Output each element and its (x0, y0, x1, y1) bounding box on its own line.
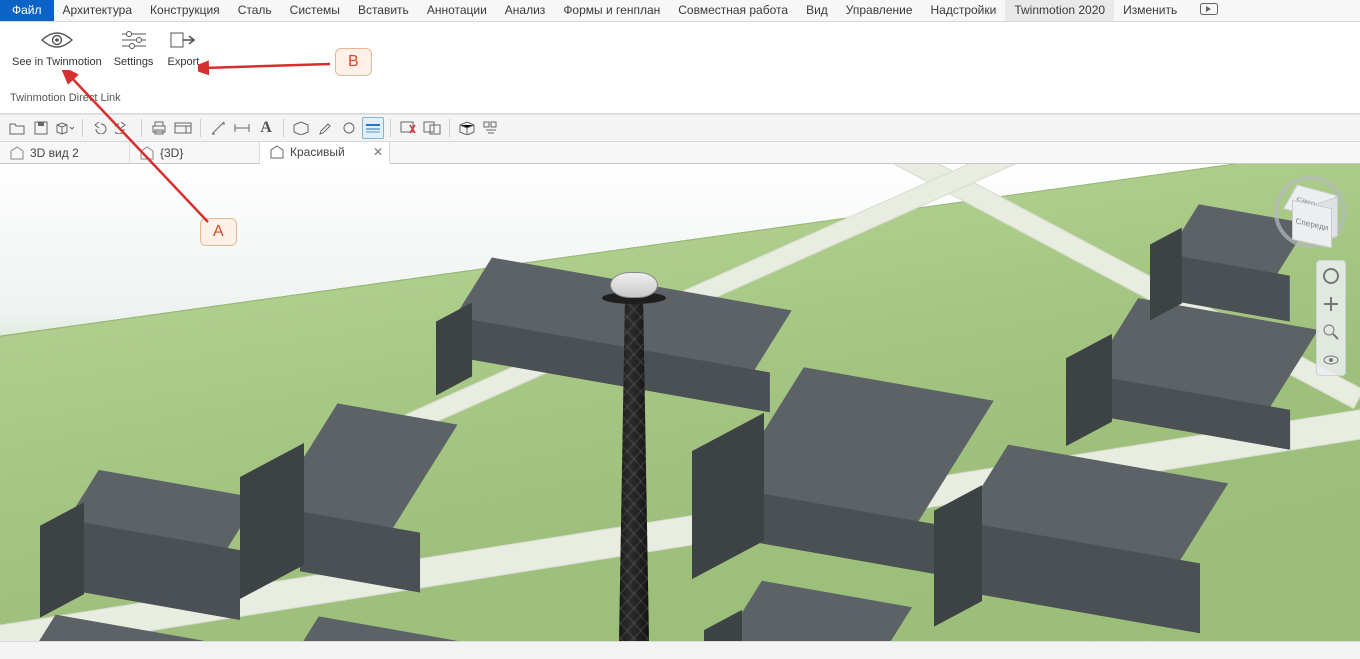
viewtabs: 3D вид 2 {3D} Красивый ✕ (0, 142, 1360, 164)
eye-icon (40, 28, 74, 52)
filter-icon[interactable] (480, 117, 502, 139)
close-hidden-icon[interactable] (397, 117, 419, 139)
statusbar (0, 641, 1360, 659)
menu-collaborate[interactable]: Совместная работа (669, 0, 797, 21)
save-icon[interactable] (30, 117, 52, 139)
separator (141, 119, 142, 137)
menu-massing[interactable]: Формы и генплан (554, 0, 669, 21)
close-icon[interactable]: ✕ (373, 145, 383, 159)
settings-button[interactable]: Settings (108, 26, 160, 69)
menu-manage[interactable]: Управление (837, 0, 922, 21)
see-in-twinmotion-label: See in Twinmotion (12, 56, 102, 69)
print-icon[interactable] (148, 117, 170, 139)
export-icon (169, 28, 197, 52)
viewtab-3dview2[interactable]: 3D вид 2 (0, 142, 130, 163)
orbit-icon[interactable] (1320, 349, 1342, 371)
menu-architecture[interactable]: Архитектура (54, 0, 142, 21)
measure-icon[interactable] (207, 117, 229, 139)
component-icon[interactable] (290, 117, 312, 139)
menu-modify[interactable]: Изменить (1114, 0, 1186, 21)
menu-insert[interactable]: Вставить (349, 0, 418, 21)
paint-icon[interactable] (314, 117, 336, 139)
menu-view[interactable]: Вид (797, 0, 837, 21)
viewtab-label: Красивый (290, 145, 345, 159)
separator (390, 119, 391, 137)
cube-dropdown-icon[interactable] (54, 117, 76, 139)
viewtab-label: {3D} (160, 146, 183, 160)
separator (200, 119, 201, 137)
isolate-icon[interactable] (456, 117, 478, 139)
separator (82, 119, 83, 137)
separator (283, 119, 284, 137)
view3d-icon (140, 146, 154, 160)
menu-twinmotion[interactable]: Twinmotion 2020 (1005, 0, 1114, 21)
menubar: Файл Архитектура Конструкция Сталь Систе… (0, 0, 1360, 22)
separator (449, 119, 450, 137)
menu-systems[interactable]: Системы (281, 0, 349, 21)
menu-structure[interactable]: Конструкция (141, 0, 229, 21)
clip-icon[interactable] (421, 117, 443, 139)
settings-label: Settings (114, 56, 154, 69)
menu-play-icon[interactable] (1192, 0, 1230, 21)
tower (580, 254, 690, 659)
viewtab-3d[interactable]: {3D} (130, 142, 260, 163)
export-label: Export (168, 56, 200, 69)
redo-icon[interactable] (113, 117, 135, 139)
undo-icon[interactable] (89, 117, 111, 139)
ribbon-panel-label: Twinmotion Direct Link (10, 92, 121, 104)
menu-file[interactable]: Файл (0, 0, 54, 21)
viewtab-krasivyy[interactable]: Красивый ✕ (260, 142, 390, 164)
view3d-icon (10, 146, 24, 160)
steering-wheel-icon[interactable] (1320, 265, 1342, 287)
menu-steel[interactable]: Сталь (229, 0, 281, 21)
menu-annotations[interactable]: Аннотации (418, 0, 496, 21)
zoom-icon[interactable] (1320, 321, 1342, 343)
dimension-icon[interactable] (231, 117, 253, 139)
see-in-twinmotion-button[interactable]: See in Twinmotion (6, 26, 108, 69)
viewcube[interactable]: Сверху Спереди (1274, 176, 1346, 248)
pan-icon[interactable] (1320, 293, 1342, 315)
menu-addins[interactable]: Надстройки (922, 0, 1006, 21)
export-button[interactable]: Export (159, 26, 207, 69)
ribbon: See in Twinmotion Settings Export Twinmo… (0, 22, 1360, 114)
viewcube-front[interactable]: Спереди (1292, 200, 1332, 249)
menu-analysis[interactable]: Анализ (496, 0, 555, 21)
open-icon[interactable] (6, 117, 28, 139)
viewtab-label: 3D вид 2 (30, 146, 79, 160)
circle-icon[interactable] (338, 117, 360, 139)
sheet-icon[interactable] (172, 117, 194, 139)
navigation-bar (1316, 260, 1346, 376)
thin-lines-icon[interactable] (362, 117, 384, 139)
view3d-icon (270, 145, 284, 159)
annotation-a: A (200, 218, 237, 246)
quick-access-toolbar: A (0, 114, 1360, 142)
sliders-icon (120, 28, 148, 52)
annotation-b: B (335, 48, 372, 76)
text-icon[interactable]: A (255, 117, 277, 139)
